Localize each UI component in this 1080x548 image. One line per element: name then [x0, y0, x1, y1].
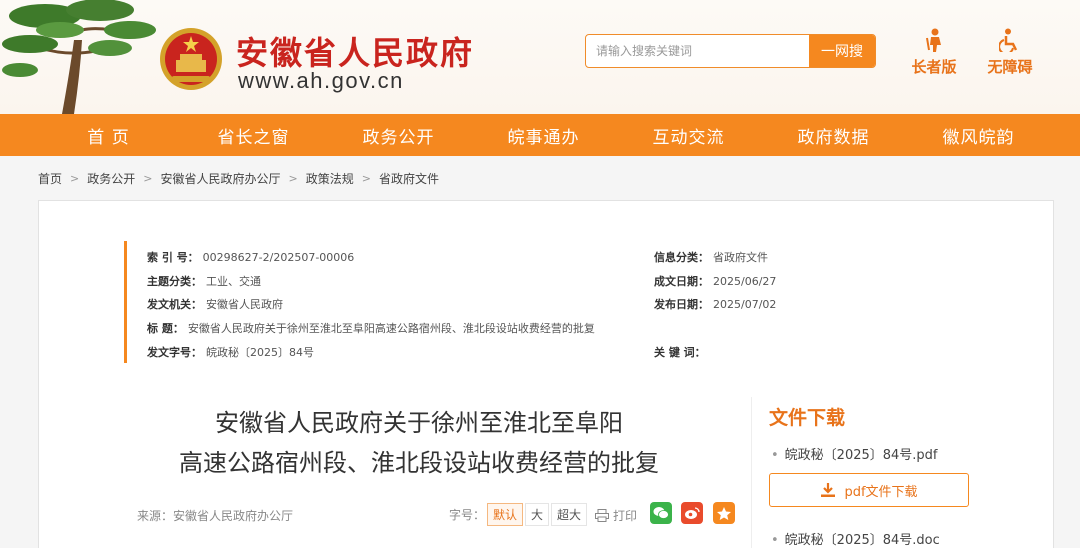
meta-created-date: 成文日期： 2025/06/27 [654, 275, 777, 288]
breadcrumb-office[interactable]: 安徽省人民政府办公厅 [160, 170, 280, 187]
accessibility-link[interactable]: 无障碍 [980, 28, 1040, 77]
meta-keywords: 关 键 词： [654, 346, 706, 359]
breadcrumb-gov-docs[interactable]: 省政府文件 [379, 170, 439, 187]
meta-published-date: 发布日期： 2025/07/02 [654, 298, 777, 311]
font-size-default-button[interactable]: 默认 [487, 503, 524, 526]
meta-doc-number: 发文字号： 皖政秘〔2025〕84号 [147, 346, 314, 359]
document-title: 安徽省人民政府关于徐州至淮北至阜阳 高速公路宿州段、淮北段设站收费经营的批复 [139, 403, 699, 483]
meta-issuer: 发文机关： 安徽省人民政府 [147, 298, 283, 311]
nav-item-governor[interactable]: 省长之窗 [181, 114, 326, 156]
site-header: 安徽省人民政府 www.ah.gov.cn 一网搜 长者版 无障碍 [0, 0, 1080, 114]
nav-item-home[interactable]: 首 页 [36, 114, 181, 156]
weibo-share-button[interactable] [681, 502, 703, 524]
font-size-large-button[interactable]: 大 [525, 503, 550, 526]
pdf-download-button[interactable]: pdf文件下载 [769, 473, 969, 507]
section-divider [751, 397, 752, 548]
document-title-line-2: 高速公路宿州段、淮北段设站收费经营的批复 [179, 449, 659, 477]
nav-item-gov-data[interactable]: 政府数据 [761, 114, 906, 156]
meta-title: 标 题： 安徽省人民政府关于徐州至淮北至阜阳高速公路宿州段、淮北段设站收费经营的批… [147, 322, 595, 335]
chevron-right-icon: > [70, 172, 80, 185]
national-emblem-icon [160, 28, 222, 90]
doc-file-link[interactable]: 皖政秘〔2025〕84号.doc [771, 529, 940, 548]
breadcrumb-home[interactable]: 首页 [38, 170, 62, 187]
chevron-right-icon: > [288, 172, 298, 185]
pdf-file-link[interactable]: 皖政秘〔2025〕84号.pdf [771, 444, 938, 463]
print-label: 打印 [613, 509, 638, 523]
pine-tree-logo [2, 0, 156, 114]
elder-version-link[interactable]: 长者版 [904, 28, 964, 77]
weibo-icon [685, 507, 700, 519]
chevron-right-icon: > [361, 172, 371, 185]
site-url: www.ah.gov.cn [238, 68, 404, 93]
elder-icon [926, 28, 941, 52]
accessibility-label: 无障碍 [987, 58, 1033, 76]
nav-item-culture[interactable]: 徽风皖韵 [906, 114, 1051, 156]
meta-category: 信息分类： 省政府文件 [654, 251, 768, 264]
nav-item-interaction[interactable]: 互动交流 [616, 114, 761, 156]
favorite-share-button[interactable] [713, 502, 735, 524]
breadcrumb: 首页 > 政务公开 > 安徽省人民政府办公厅 > 政策法规 > 省政府文件 [38, 170, 439, 187]
document-source: 来源：安徽省人民政府办公厅 [137, 509, 294, 523]
content-card: 索 引 号： 00298627-2/202507-00006 主题分类： 工业、交通… [38, 200, 1054, 548]
font-size-xlarge-button[interactable]: 超大 [551, 503, 588, 526]
print-button[interactable]: 打印 [595, 507, 637, 524]
elder-version-label: 长者版 [911, 58, 957, 76]
document-title-line-1: 安徽省人民政府关于徐州至淮北至阜阳 [215, 409, 623, 437]
breadcrumb-gov-affairs[interactable]: 政务公开 [87, 170, 135, 187]
printer-icon [595, 509, 609, 522]
search-input[interactable] [586, 35, 809, 67]
font-size-switcher: 字号： 默认 大 超大 [449, 503, 588, 526]
nav-item-gov-affairs[interactable]: 政务公开 [326, 114, 471, 156]
nav-item-services[interactable]: 皖事通办 [471, 114, 616, 156]
chevron-right-icon: > [143, 172, 153, 185]
pdf-download-label: pdf文件下载 [844, 484, 918, 500]
document-metadata: 索 引 号： 00298627-2/202507-00006 主题分类： 工业、交通… [124, 241, 824, 363]
search-box: 一网搜 [585, 34, 876, 68]
downloads-title: 文件下载 [769, 407, 846, 429]
wheelchair-icon [999, 28, 1018, 52]
main-nav: 首 页 省长之窗 政务公开 皖事通办 互动交流 政府数据 徽风皖韵 [0, 114, 1080, 156]
meta-index: 索 引 号： 00298627-2/202507-00006 [147, 251, 355, 264]
wechat-share-button[interactable] [650, 502, 672, 524]
search-button[interactable]: 一网搜 [809, 35, 875, 67]
breadcrumb-policy[interactable]: 政策法规 [306, 170, 354, 187]
star-icon [717, 506, 731, 520]
meta-topic: 主题分类： 工业、交通 [147, 275, 261, 288]
font-size-label: 字号： [449, 508, 486, 522]
wechat-icon [653, 507, 669, 519]
download-icon [821, 483, 836, 497]
